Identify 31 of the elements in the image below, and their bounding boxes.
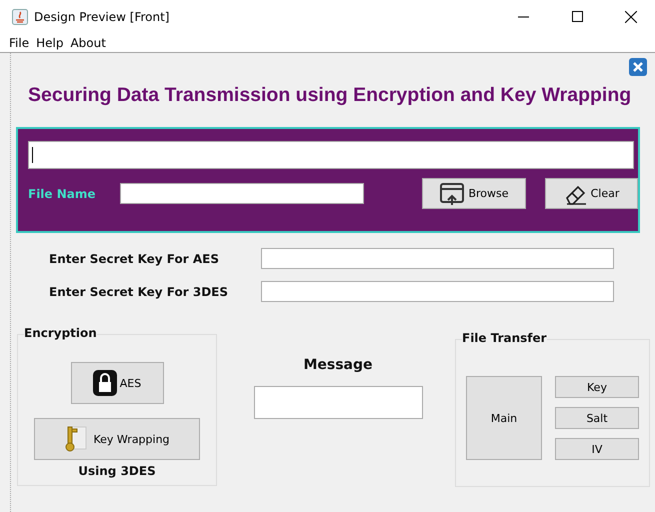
lock-icon — [92, 370, 117, 396]
browse-button[interactable]: Browse — [422, 178, 526, 209]
transfer-button[interactable]: Key — [555, 376, 639, 398]
menu-item[interactable]: Help — [36, 36, 64, 50]
transfer-button[interactable]: IV — [555, 438, 639, 460]
file-name-field[interactable] — [120, 183, 364, 204]
caption: Using 3DES — [78, 464, 156, 478]
close-icon[interactable] — [629, 58, 647, 76]
main-button[interactable]: Main — [466, 376, 542, 460]
secret-key-field[interactable] — [261, 281, 614, 302]
maximize-icon — [572, 11, 582, 22]
transfer-button[interactable]: Salt — [555, 407, 639, 429]
menu-item[interactable]: File — [9, 36, 30, 50]
page-heading: Securing Data Transmission using Encryption and Key Wrapping — [28, 84, 632, 107]
close-icon — [625, 10, 637, 22]
window-title: Design Preview [Front] — [34, 10, 170, 24]
field-label: Enter Secret Key For 3DES — [48, 284, 230, 298]
message-label: Message — [303, 357, 373, 373]
key-wrapping-button[interactable]: Key Wrapping — [34, 418, 200, 460]
secret-key-field[interactable] — [261, 248, 614, 269]
field-label: File Name — [28, 186, 97, 200]
window-upload-icon — [439, 182, 466, 206]
group-title: Encryption — [24, 326, 97, 340]
message-field[interactable] — [254, 386, 422, 419]
field-label: Enter Secret Key For AES — [48, 252, 220, 266]
aes-button[interactable]: AES — [70, 362, 164, 404]
app-icon — [12, 8, 28, 24]
clear-button[interactable]: Clear — [545, 178, 638, 209]
group-title: File Transfer — [462, 331, 547, 345]
menu-item[interactable]: About — [70, 36, 106, 50]
file-path-field[interactable] — [28, 141, 634, 169]
